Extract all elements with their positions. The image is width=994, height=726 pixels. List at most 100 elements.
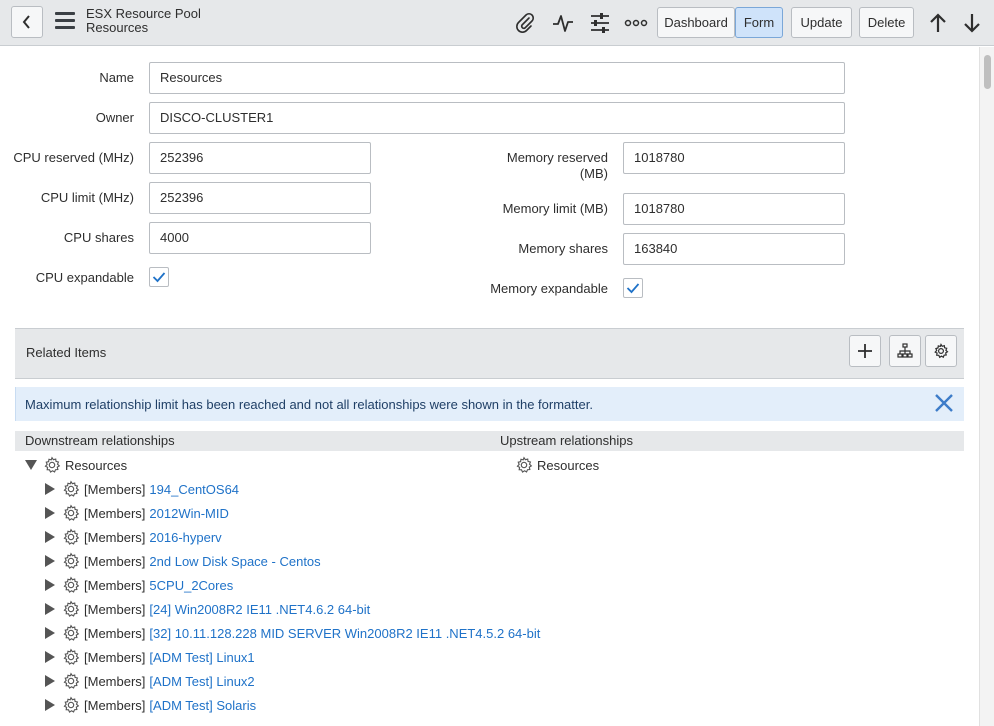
member-row[interactable]: [Members] 194_CentOS64 bbox=[43, 478, 239, 500]
delete-button[interactable]: Delete bbox=[859, 7, 914, 38]
cpu-reserved-field[interactable]: 252396 bbox=[149, 142, 371, 174]
member-row[interactable]: [Members] 2012Win-MID bbox=[43, 502, 229, 524]
cpu-expandable-label: CPU expandable bbox=[35, 270, 134, 285]
collapsed-triangle-icon[interactable] bbox=[43, 482, 57, 496]
member-link[interactable]: 2016-hyperv bbox=[149, 530, 221, 545]
member-row[interactable]: [Members] 2nd Low Disk Space - Centos bbox=[43, 550, 321, 572]
relationship-type-label: [Members] bbox=[84, 577, 146, 593]
relationship-type-label: [Members] bbox=[84, 601, 146, 617]
memory-reserved-field[interactable]: 1018780 bbox=[623, 142, 845, 174]
collapsed-triangle-icon[interactable] bbox=[43, 506, 57, 520]
ci-gear-icon bbox=[61, 503, 81, 523]
relationship-limit-alert: Maximum relationship limit has been reac… bbox=[15, 387, 964, 421]
cpu-shares-field[interactable]: 4000 bbox=[149, 222, 371, 254]
member-row[interactable]: [Members] [32] 10.11.128.228 MID SERVER W… bbox=[43, 622, 540, 644]
member-link[interactable]: [24] Win2008R2 IE11 .NET4.6.2 64-bit bbox=[149, 602, 370, 617]
arrow-down-icon[interactable] bbox=[959, 9, 985, 37]
member-link[interactable]: [ADM Test] Solaris bbox=[149, 698, 256, 713]
checkmark-icon bbox=[626, 283, 640, 294]
chevron-left-icon bbox=[22, 15, 30, 29]
upstream-root-label: Resources bbox=[537, 457, 600, 473]
cpu-expandable-checkbox[interactable] bbox=[149, 267, 169, 287]
record-name-title: Resources bbox=[86, 20, 149, 35]
member-link[interactable]: 194_CentOS64 bbox=[149, 482, 239, 497]
member-link[interactable]: 2nd Low Disk Space - Centos bbox=[149, 554, 320, 569]
ci-gear-icon bbox=[61, 599, 81, 619]
member-link[interactable]: [ADM Test] Linux1 bbox=[149, 650, 254, 665]
collapsed-triangle-icon[interactable] bbox=[43, 626, 57, 640]
member-link[interactable]: 2012Win-MID bbox=[149, 506, 228, 521]
collapsed-triangle-icon[interactable] bbox=[43, 650, 57, 664]
ci-gear-icon bbox=[42, 455, 62, 475]
gear-icon bbox=[934, 343, 949, 359]
form-button[interactable]: Form bbox=[735, 7, 783, 38]
tree-root-row[interactable]: Resources bbox=[24, 454, 127, 476]
paperclip-icon[interactable] bbox=[512, 10, 538, 36]
collapsed-triangle-icon[interactable] bbox=[43, 602, 57, 616]
member-link[interactable]: [ADM Test] Linux2 bbox=[149, 674, 254, 689]
memory-reserved-label: Memory reserved (MB) bbox=[507, 150, 608, 182]
owner-field[interactable]: DISCO-CLUSTER1 bbox=[149, 102, 845, 134]
alert-message: Maximum relationship limit has been reac… bbox=[25, 397, 593, 412]
memory-reserved-label-line2: (MB) bbox=[579, 166, 608, 181]
form-header: ESX Resource Pool Resources Dashboard Fo… bbox=[0, 0, 994, 46]
memory-shares-field[interactable]: 163840 bbox=[623, 233, 845, 265]
ci-gear-icon bbox=[61, 647, 81, 667]
close-icon[interactable] bbox=[932, 391, 956, 415]
member-row[interactable]: [Members] [ADM Test] Linux2 bbox=[43, 670, 255, 692]
member-row[interactable]: [Members] [24] Win2008R2 IE11 .NET4.6.2 6… bbox=[43, 598, 370, 620]
memory-expandable-label: Memory expandable bbox=[490, 281, 608, 296]
member-row[interactable]: [Members] [ADM Test] Solaris bbox=[43, 694, 256, 716]
ci-gear-icon bbox=[61, 479, 81, 499]
member-link[interactable]: 5CPU_2Cores bbox=[149, 578, 233, 593]
relationship-headers: Downstream relationships Upstream relati… bbox=[15, 431, 964, 451]
sliders-icon[interactable] bbox=[587, 10, 613, 36]
scrollbar-thumb[interactable] bbox=[984, 55, 991, 89]
name-field[interactable]: Resources bbox=[149, 62, 845, 94]
relationship-type-label: [Members] bbox=[84, 649, 146, 665]
member-row[interactable]: [Members] [ADM Test] Linux1 bbox=[43, 646, 255, 668]
tree-root-label: Resources bbox=[65, 457, 128, 473]
vertical-scrollbar[interactable] bbox=[979, 47, 994, 726]
checkmark-icon bbox=[152, 272, 166, 283]
memory-limit-label: Memory limit (MB) bbox=[502, 201, 608, 216]
collapsed-triangle-icon[interactable] bbox=[43, 578, 57, 592]
upstream-header: Upstream relationships bbox=[500, 433, 633, 448]
dashboard-button[interactable]: Dashboard bbox=[657, 7, 735, 38]
memory-shares-label: Memory shares bbox=[518, 241, 608, 256]
expanded-triangle-icon[interactable] bbox=[24, 458, 38, 472]
ci-gear-icon bbox=[61, 623, 81, 643]
relationship-type-label: [Members] bbox=[84, 505, 146, 521]
memory-reserved-label-line1: Memory reserved bbox=[506, 150, 608, 165]
relationship-type-label: [Members] bbox=[84, 481, 146, 497]
ci-gear-icon bbox=[61, 671, 81, 691]
related-items-title: Related Items bbox=[26, 345, 107, 360]
relationship-type-label: [Members] bbox=[84, 553, 146, 569]
collapsed-triangle-icon[interactable] bbox=[43, 530, 57, 544]
related-items-bar: Related Items bbox=[15, 328, 964, 379]
upstream-root-row[interactable]: Resources bbox=[514, 454, 599, 476]
related-settings-button[interactable] bbox=[925, 335, 957, 367]
hamburger-menu-icon[interactable] bbox=[55, 12, 75, 30]
memory-expandable-checkbox[interactable] bbox=[623, 278, 643, 298]
collapsed-triangle-icon[interactable] bbox=[43, 674, 57, 688]
back-button[interactable] bbox=[11, 6, 43, 38]
cpu-shares-label: CPU shares bbox=[63, 230, 134, 245]
collapsed-triangle-icon[interactable] bbox=[43, 554, 57, 568]
relationship-type-label: [Members] bbox=[84, 697, 146, 713]
arrow-up-icon[interactable] bbox=[925, 9, 951, 37]
dependency-view-button[interactable] bbox=[889, 335, 921, 367]
collapsed-triangle-icon[interactable] bbox=[43, 698, 57, 712]
memory-limit-field[interactable]: 1018780 bbox=[623, 193, 845, 225]
add-relationship-button[interactable] bbox=[849, 335, 881, 367]
activity-pulse-icon[interactable] bbox=[550, 10, 576, 36]
relationship-type-label: [Members] bbox=[84, 625, 146, 641]
relationship-type-label: [Members] bbox=[84, 673, 146, 689]
member-row[interactable]: [Members] 2016-hyperv bbox=[43, 526, 222, 548]
more-options-icon[interactable] bbox=[623, 10, 649, 36]
plus-icon bbox=[858, 344, 872, 358]
update-button[interactable]: Update bbox=[791, 7, 852, 38]
cpu-limit-field[interactable]: 252396 bbox=[149, 182, 371, 214]
member-link[interactable]: [32] 10.11.128.228 MID SERVER Win2008R2 … bbox=[149, 626, 540, 641]
member-row[interactable]: [Members] 5CPU_2Cores bbox=[43, 574, 233, 596]
